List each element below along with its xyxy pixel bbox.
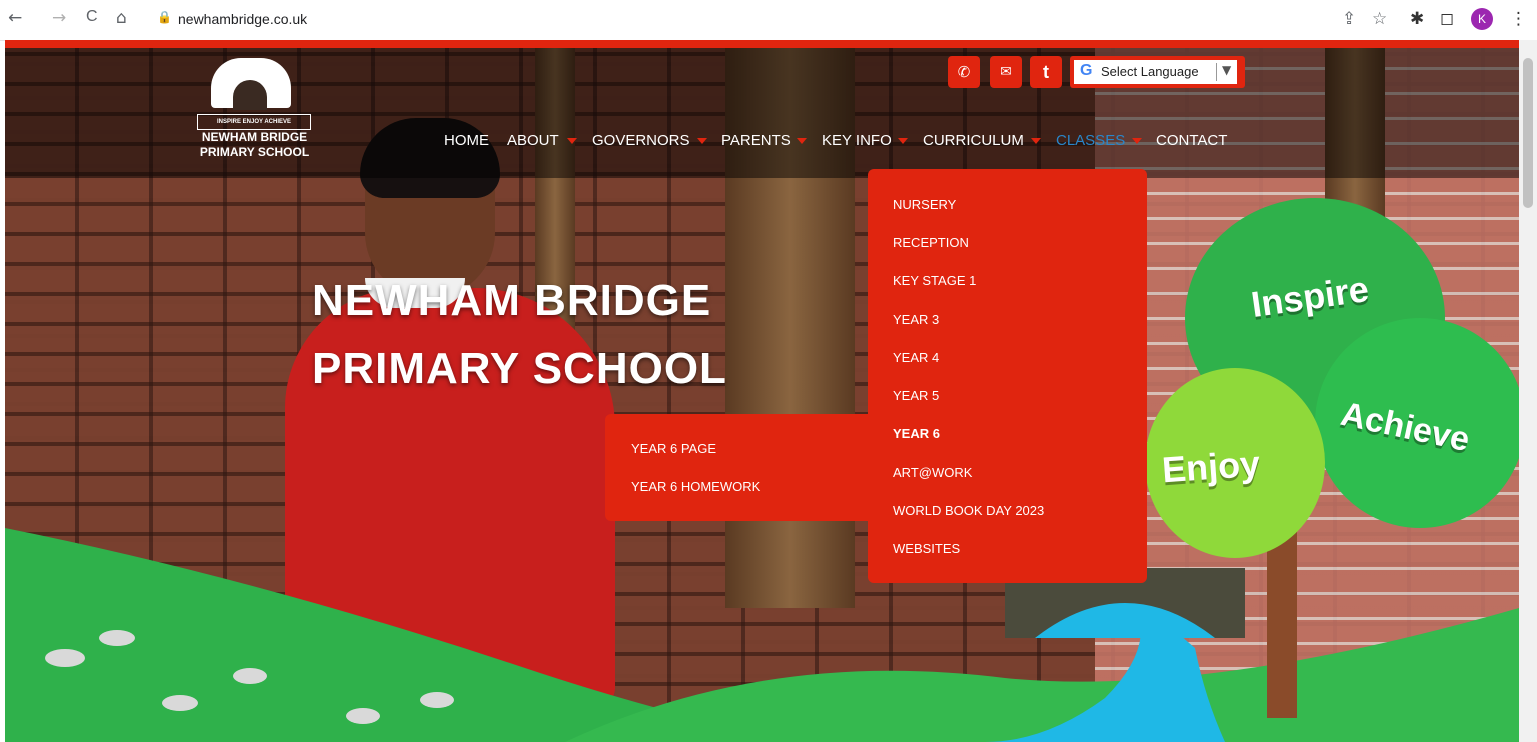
chevron-down-icon[interactable]: ▼ bbox=[1222, 63, 1231, 77]
dropdown-item-year3[interactable]: YEAR 3 bbox=[893, 312, 939, 327]
extensions-icon[interactable]: ✱ bbox=[1410, 9, 1424, 29]
phone-icon[interactable]: ✆ bbox=[948, 56, 980, 88]
submenu-item-year6-page[interactable]: YEAR 6 PAGE bbox=[631, 441, 716, 456]
dropdown-item-nursery[interactable]: NURSERY bbox=[893, 197, 956, 212]
hero-title-line2: PRIMARY SCHOOL bbox=[312, 344, 727, 393]
nav-parents[interactable]: PARENTS bbox=[721, 132, 791, 149]
dropdown-item-year5[interactable]: YEAR 5 bbox=[893, 388, 939, 403]
curriculum-caret-icon[interactable] bbox=[1031, 138, 1041, 144]
hero-title-line1: NEWHAM BRIDGE bbox=[312, 276, 712, 325]
browser-menu-icon[interactable]: ⋮ bbox=[1510, 9, 1527, 29]
logo-name-line1: NEWHAM BRIDGE bbox=[201, 130, 308, 144]
year6-submenu: YEAR 6 PAGE YEAR 6 HOMEWORK bbox=[605, 414, 875, 521]
school-logo[interactable]: INSPIRE ENJOY ACHIEVE NEWHAM BRIDGE PRIM… bbox=[197, 58, 312, 162]
language-separator bbox=[1216, 63, 1217, 81]
dropdown-item-world-book-day[interactable]: WORLD BOOK DAY 2023 bbox=[893, 503, 1044, 518]
about-caret-icon[interactable] bbox=[567, 138, 577, 144]
nav-governors[interactable]: GOVERNORS bbox=[592, 132, 690, 149]
language-select-label[interactable]: Select Language bbox=[1101, 64, 1199, 79]
top-red-bar bbox=[5, 40, 1519, 48]
hero-word-enjoy: Enjoy bbox=[1160, 442, 1262, 491]
footprint bbox=[420, 692, 454, 708]
dropdown-item-year4[interactable]: YEAR 4 bbox=[893, 350, 939, 365]
browser-toolbar: ← → C ⌂ 🔒 newhambridge.co.uk ⇪ ☆ ✱ ◻ K ⋮ bbox=[0, 0, 1537, 41]
classes-caret-icon[interactable] bbox=[1132, 138, 1142, 144]
tree-trunk bbox=[1267, 528, 1297, 718]
governors-caret-icon[interactable] bbox=[697, 138, 707, 144]
dropdown-item-art-at-work[interactable]: ART@WORK bbox=[893, 465, 972, 480]
footprint bbox=[233, 668, 267, 684]
share-icon[interactable]: ⇪ bbox=[1342, 9, 1356, 29]
nav-home[interactable]: HOME bbox=[444, 132, 489, 149]
home-icon[interactable]: ⌂ bbox=[116, 8, 127, 28]
nav-contact[interactable]: CONTACT bbox=[1156, 132, 1227, 149]
web-page: Inspire Achieve Enjoy NEWHAM BRIDGE PRIM… bbox=[5, 40, 1519, 742]
submenu-item-year6-homework[interactable]: YEAR 6 HOMEWORK bbox=[631, 479, 760, 494]
footprint bbox=[162, 695, 198, 711]
dropdown-item-reception[interactable]: RECEPTION bbox=[893, 235, 969, 250]
footprint bbox=[346, 708, 380, 724]
url-text[interactable]: newhambridge.co.uk bbox=[178, 11, 307, 27]
forward-icon[interactable]: → bbox=[52, 8, 66, 28]
reload-icon[interactable]: C bbox=[86, 8, 98, 26]
nav-key-info[interactable]: KEY INFO bbox=[822, 132, 892, 149]
language-selector[interactable]: G Select Language ▼ bbox=[1070, 56, 1245, 88]
scrollbar-thumb[interactable] bbox=[1523, 58, 1533, 208]
footprint bbox=[99, 630, 135, 646]
logo-name-line2: PRIMARY SCHOOL bbox=[199, 145, 310, 159]
twitter-icon[interactable]: t bbox=[1030, 56, 1062, 88]
logo-motto: INSPIRE ENJOY ACHIEVE bbox=[197, 114, 311, 130]
dropdown-item-key-stage-1[interactable]: KEY STAGE 1 bbox=[893, 273, 976, 288]
nav-classes[interactable]: CLASSES bbox=[1056, 132, 1125, 149]
bridge-logo-arch bbox=[233, 80, 267, 110]
profile-avatar[interactable]: K bbox=[1471, 8, 1493, 30]
dropdown-item-year6[interactable]: YEAR 6 bbox=[893, 426, 940, 441]
classes-dropdown: NURSERY RECEPTION KEY STAGE 1 YEAR 3 YEA… bbox=[868, 169, 1147, 583]
footprint bbox=[45, 649, 85, 667]
email-icon[interactable]: ✉ bbox=[990, 56, 1022, 88]
nav-about[interactable]: ABOUT bbox=[507, 132, 559, 149]
back-icon[interactable]: ← bbox=[8, 8, 22, 28]
side-panel-icon[interactable]: ◻ bbox=[1440, 9, 1454, 29]
key-info-caret-icon[interactable] bbox=[898, 138, 908, 144]
language-select-box[interactable]: G Select Language ▼ bbox=[1074, 60, 1237, 84]
parents-caret-icon[interactable] bbox=[797, 138, 807, 144]
lock-icon[interactable]: 🔒 bbox=[157, 10, 172, 24]
google-g-icon: G bbox=[1080, 62, 1093, 79]
nav-curriculum[interactable]: CURRICULUM bbox=[923, 132, 1024, 149]
star-icon[interactable]: ☆ bbox=[1372, 9, 1387, 29]
address-bar[interactable] bbox=[148, 4, 1288, 36]
dropdown-item-websites[interactable]: WEBSITES bbox=[893, 541, 960, 556]
